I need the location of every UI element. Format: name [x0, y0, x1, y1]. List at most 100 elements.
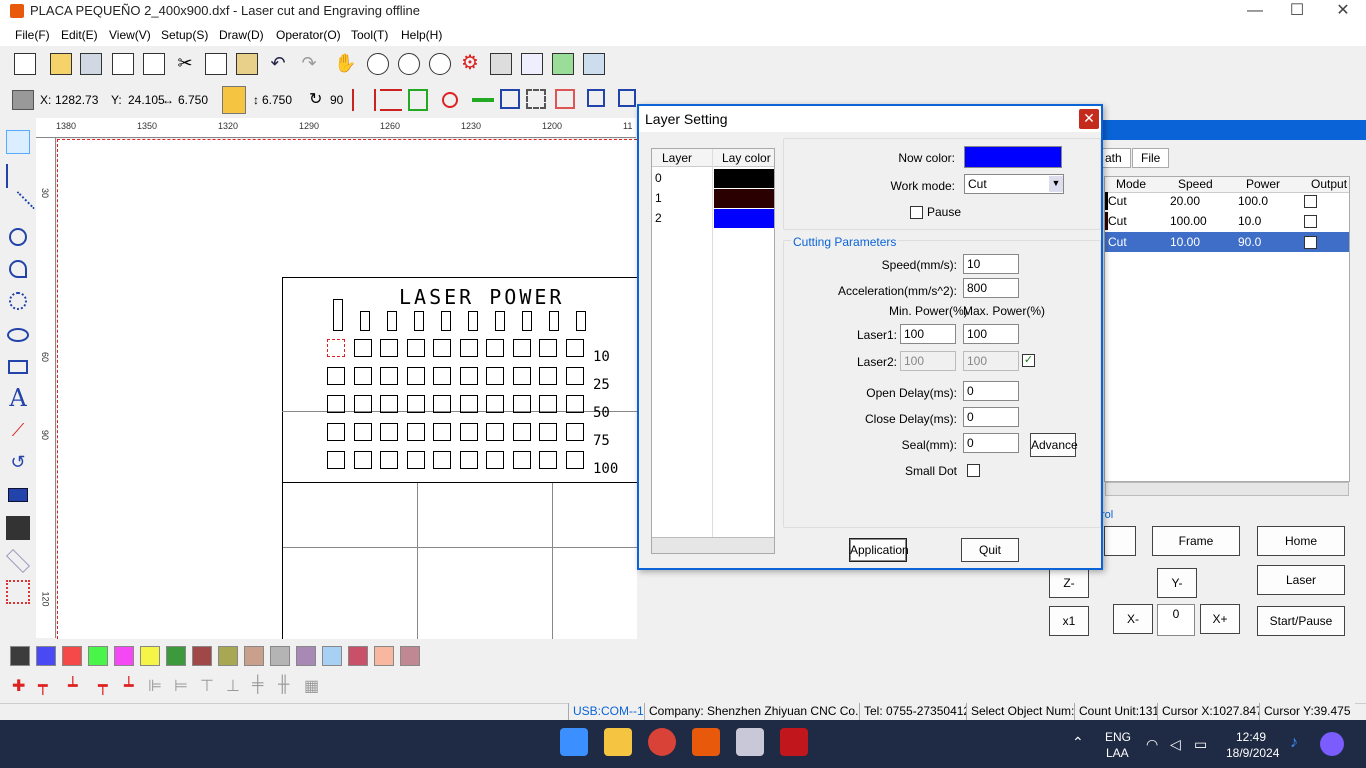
color-swatch[interactable] [166, 646, 186, 666]
frame-button[interactable]: Frame [1152, 526, 1240, 556]
rotate-value[interactable]: 90 [330, 93, 343, 107]
align-top-right-icon[interactable]: ┯ [98, 676, 108, 696]
line-icon[interactable] [1, 191, 35, 225]
test-square[interactable] [539, 339, 557, 357]
measure-icon[interactable]: ⟋ [6, 420, 30, 444]
open-delay-input[interactable]: 0 [963, 381, 1019, 401]
align-bottom-left-icon[interactable]: ┷ [68, 676, 78, 696]
test-square[interactable] [327, 339, 345, 357]
battery-icon[interactable]: ▭ [1194, 736, 1207, 753]
grid-toggle-icon[interactable] [12, 90, 34, 110]
test-square[interactable] [353, 423, 372, 441]
circle-icon[interactable] [9, 228, 27, 246]
ungroup-icon[interactable] [555, 89, 575, 109]
new-file-icon[interactable] [14, 53, 36, 75]
circle-path-icon[interactable] [442, 92, 458, 108]
device-icon[interactable] [583, 53, 605, 75]
snipping-tool-icon[interactable] [736, 728, 764, 756]
maximize-button[interactable]: ☐ [1274, 0, 1320, 24]
menu-setup[interactable]: Setup(S) [161, 28, 208, 42]
advance-button[interactable]: Advance [1030, 433, 1078, 457]
test-square[interactable] [565, 451, 584, 469]
fill-icon[interactable] [6, 516, 30, 540]
array-grid-icon[interactable] [6, 580, 30, 604]
color-swatch[interactable] [114, 646, 134, 666]
color-swatch[interactable] [374, 646, 394, 666]
align-bottom-right-icon[interactable]: ┷ [124, 676, 134, 696]
col-mode[interactable]: Mode [1116, 177, 1146, 193]
test-square[interactable] [512, 395, 531, 413]
test-square[interactable] [433, 423, 451, 441]
output-checkbox[interactable] [1304, 195, 1317, 208]
row-mode[interactable]: Cut [1108, 192, 1127, 210]
row-speed[interactable]: 20.00 [1170, 192, 1200, 210]
tab-file[interactable]: File [1132, 148, 1170, 168]
file-explorer-icon[interactable] [604, 728, 632, 756]
test-square[interactable] [406, 339, 425, 357]
layer-color-swatch[interactable] [714, 209, 774, 228]
paste-icon[interactable] [236, 53, 258, 75]
color-swatch[interactable] [244, 646, 264, 666]
break-icon[interactable] [618, 89, 636, 107]
array-icon[interactable] [552, 53, 574, 75]
color-swatch[interactable] [400, 646, 420, 666]
pan-hand-icon[interactable]: ✋ [334, 53, 356, 75]
rotate-tool-icon[interactable]: ↺ [6, 452, 30, 476]
pdf-reader-icon[interactable] [780, 728, 808, 756]
color-swatch[interactable] [140, 646, 160, 666]
layer-table-scrollbar[interactable] [1105, 482, 1349, 496]
align-icon[interactable] [408, 89, 428, 111]
close-icon[interactable]: ✕ [1079, 109, 1099, 129]
test-square[interactable] [433, 367, 451, 385]
align-left-icon[interactable]: ⊫ [148, 676, 162, 696]
color-swatch[interactable] [192, 646, 212, 666]
distribute-icon[interactable]: ▦ [304, 676, 319, 696]
combine-icon[interactable] [587, 89, 605, 107]
test-square[interactable] [565, 367, 584, 385]
test-square[interactable] [380, 423, 398, 441]
zoom-out-icon[interactable] [429, 53, 451, 75]
row-mode[interactable]: Cut [1108, 233, 1127, 251]
test-square[interactable] [486, 423, 504, 441]
row-power[interactable]: 10.0 [1238, 212, 1261, 230]
test-square[interactable] [512, 367, 531, 385]
color-swatch[interactable] [322, 646, 342, 666]
grid-view-icon[interactable] [490, 53, 512, 75]
seal-input[interactable]: 0 [963, 433, 1019, 453]
clock-date[interactable]: 18/9/2024 [1226, 746, 1279, 760]
color-swatch[interactable] [270, 646, 290, 666]
test-square[interactable] [486, 395, 504, 413]
step-input[interactable]: 0 [1157, 604, 1195, 636]
zoom-window-icon[interactable] [367, 53, 389, 75]
close-window-button[interactable]: ✕ [1320, 0, 1366, 24]
test-square[interactable] [353, 451, 372, 469]
test-square[interactable] [353, 367, 372, 385]
test-square[interactable] [539, 395, 557, 413]
menu-file[interactable]: File(F) [15, 28, 50, 42]
laser-app-icon[interactable] [692, 728, 720, 756]
laser1-max-power-input[interactable]: 100 [963, 324, 1019, 344]
test-square[interactable] [353, 395, 372, 413]
row-mode[interactable]: Cut [1108, 212, 1127, 230]
test-square[interactable] [327, 367, 345, 385]
mirror-vertical-icon[interactable] [380, 89, 402, 111]
y-coordinate[interactable]: 24.105 [128, 93, 165, 107]
test-square[interactable] [565, 339, 584, 357]
work-mode-select[interactable]: Cut ▼ [964, 174, 1064, 194]
mirror-horizontal-icon[interactable] [352, 89, 376, 111]
test-square[interactable] [512, 451, 531, 469]
text-tool-icon[interactable]: A [6, 386, 30, 410]
test-square[interactable] [565, 423, 584, 441]
test-square[interactable] [565, 395, 584, 413]
select-arrow-icon[interactable] [6, 130, 30, 154]
row-speed[interactable]: 100.00 [1170, 212, 1207, 230]
row-power[interactable]: 90.0 [1238, 233, 1261, 251]
menu-help[interactable]: Help(H) [401, 28, 442, 42]
test-square[interactable] [380, 395, 398, 413]
color-swatch[interactable] [10, 646, 30, 666]
test-square[interactable] [327, 395, 345, 413]
drawing-canvas[interactable]: LASER POWER 10 25 50 75 100 [57, 139, 637, 639]
test-square[interactable] [380, 339, 398, 357]
node-edit-icon[interactable] [6, 164, 30, 188]
x-plus-button[interactable]: X+ [1200, 604, 1240, 634]
